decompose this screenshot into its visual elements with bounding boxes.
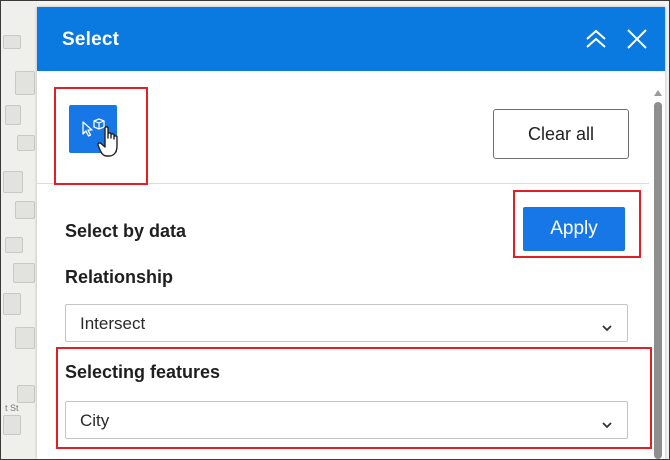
map-building bbox=[17, 135, 35, 151]
selecting-features-value: City bbox=[80, 411, 110, 430]
map-building bbox=[3, 171, 23, 193]
map-street-label: t St bbox=[5, 403, 19, 413]
map-building bbox=[13, 263, 35, 283]
scroll-up-arrow-icon[interactable] bbox=[653, 85, 663, 96]
section-divider bbox=[37, 183, 649, 184]
map-building bbox=[3, 415, 21, 435]
selecting-features-select[interactable]: City bbox=[65, 401, 628, 439]
relationship-label: Relationship bbox=[65, 267, 174, 287]
select-by-data-title: Select by data bbox=[65, 221, 187, 241]
map-background[interactable]: t St bbox=[1, 1, 37, 459]
close-icon[interactable] bbox=[623, 25, 651, 53]
chevron-down-icon bbox=[601, 319, 613, 337]
widget-title: Select bbox=[62, 29, 120, 50]
scrollbar-thumb[interactable] bbox=[654, 102, 662, 459]
map-building bbox=[3, 293, 21, 315]
apply-button[interactable]: Apply bbox=[523, 207, 625, 251]
map-building bbox=[17, 385, 35, 403]
double-chevron-up-icon[interactable] bbox=[582, 25, 610, 53]
select-widget-panel: Select Clear all Select by data Apply Re… bbox=[37, 7, 665, 459]
map-building bbox=[5, 105, 21, 125]
screenshot-frame: t St Select Clear all Select by data App… bbox=[0, 0, 670, 460]
widget-header: Select bbox=[37, 7, 665, 71]
map-building bbox=[3, 35, 21, 49]
map-building bbox=[5, 237, 23, 253]
relationship-value: Intersect bbox=[80, 314, 146, 333]
hand-cursor-icon bbox=[97, 125, 123, 164]
relationship-select[interactable]: Intersect bbox=[65, 304, 628, 342]
clear-all-button[interactable]: Clear all bbox=[493, 109, 629, 159]
chevron-down-icon bbox=[601, 416, 613, 434]
selecting-features-label: Selecting features bbox=[65, 362, 221, 382]
map-building bbox=[15, 201, 35, 219]
map-building bbox=[15, 71, 35, 95]
map-building bbox=[15, 327, 35, 349]
